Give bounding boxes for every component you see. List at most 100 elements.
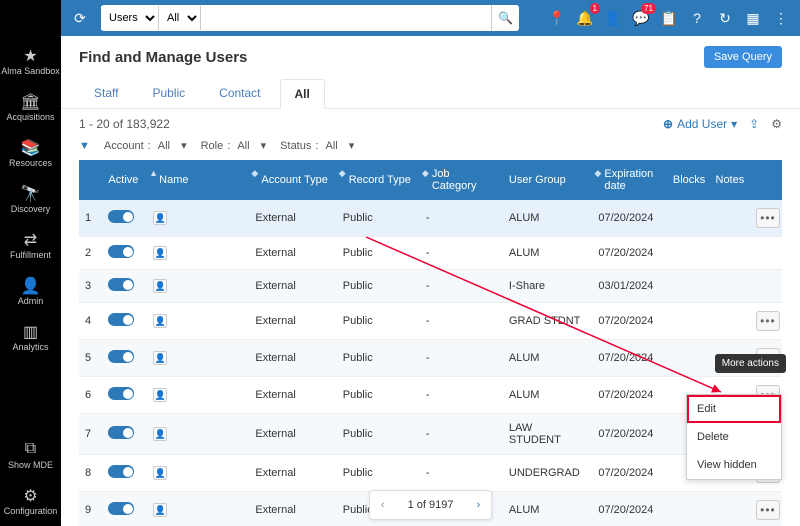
active-toggle[interactable]	[108, 210, 134, 223]
search-filter-select[interactable]: All	[159, 6, 201, 30]
avatar-icon: 👤	[153, 388, 167, 402]
table-row[interactable]: 5👤ExternalPublic-ALUM07/20/2024•••	[79, 340, 782, 377]
tasks-icon[interactable]: 💬71	[630, 7, 652, 29]
discovery-icon: 🔭	[0, 184, 61, 202]
col-name[interactable]: ▲Name	[147, 160, 249, 200]
active-toggle[interactable]	[108, 502, 134, 515]
row-index: 6	[79, 377, 102, 414]
col-job-category[interactable]: ◆Job Category	[420, 160, 503, 200]
cell-name: 👤	[147, 303, 249, 340]
tab-all[interactable]: All	[280, 79, 325, 109]
add-user-button[interactable]: ⊕Add User▾	[663, 117, 737, 131]
active-toggle[interactable]	[108, 387, 134, 400]
filter-icon[interactable]: ▼	[79, 140, 90, 152]
settings-button[interactable]: ⚙	[771, 117, 782, 131]
nav-label: Fulfillment	[10, 250, 51, 260]
notifications-icon[interactable]: 🔔1	[574, 7, 596, 29]
resources-icon: 📚	[0, 138, 61, 156]
nav-alma-sandbox[interactable]: ★Alma Sandbox	[0, 40, 61, 86]
nav-fulfillment[interactable]: ⇄ Fulfillment	[0, 224, 61, 270]
recent-icon[interactable]: ↻	[714, 7, 736, 29]
apps-icon[interactable]: ▦	[742, 7, 764, 29]
col-label: Record Type	[349, 174, 411, 186]
facet-label: Status	[280, 140, 311, 152]
cell-notes	[710, 492, 750, 526]
menu-delete[interactable]: Delete	[687, 423, 781, 451]
cell-job-category: -	[420, 237, 503, 270]
help-icon[interactable]: ?	[686, 7, 708, 29]
nav-discovery[interactable]: 🔭Discovery	[0, 178, 61, 224]
fulfillment-icon: ⇄	[0, 230, 61, 248]
menu-edit[interactable]: Edit	[687, 395, 781, 423]
table-row[interactable]: 8👤ExternalPublic-UNDERGRAD07/20/2024•••	[79, 455, 782, 492]
menu-view-hidden[interactable]: View hidden	[687, 451, 781, 479]
row-actions-button[interactable]: •••	[756, 208, 780, 228]
cell-record-type: Public	[337, 237, 420, 270]
facet-account[interactable]: Account: All ▾	[104, 139, 187, 152]
nav-label: Configuration	[4, 506, 58, 516]
table-row[interactable]: 2👤ExternalPublic-ALUM07/20/2024	[79, 237, 782, 270]
active-toggle[interactable]	[108, 278, 134, 291]
search-input[interactable]	[201, 6, 491, 30]
nav-configuration[interactable]: ⚙Configuration	[0, 480, 61, 526]
avatar-icon: 👤	[153, 503, 167, 517]
row-index: 2	[79, 237, 102, 270]
avatar-icon: 👤	[153, 351, 167, 365]
active-toggle[interactable]	[108, 465, 134, 478]
cell-blocks	[667, 340, 710, 377]
col-expiration[interactable]: ◆Expiration date	[592, 160, 667, 200]
active-toggle[interactable]	[108, 313, 134, 326]
active-toggle[interactable]	[108, 350, 134, 363]
clipboard-icon[interactable]: 📋	[658, 7, 680, 29]
col-notes[interactable]: Notes	[710, 160, 750, 200]
table-row[interactable]: 3👤ExternalPublic-I-Share03/01/2024	[79, 270, 782, 303]
col-user-group[interactable]: User Group	[503, 160, 592, 200]
more-icon[interactable]: ⋮	[770, 7, 792, 29]
table-row[interactable]: 4👤ExternalPublic-GRAD STDNT07/20/2024•••	[79, 303, 782, 340]
table-row[interactable]: 6👤ExternalPublic-ALUM07/20/2024•••	[79, 377, 782, 414]
search-button[interactable]: 🔍	[491, 5, 519, 31]
col-record-type[interactable]: ◆Record Type	[337, 160, 420, 200]
table-row[interactable]: 1👤ExternalPublic-ALUM07/20/2024•••	[79, 200, 782, 237]
col-label: Name	[159, 174, 188, 186]
table-row[interactable]: 7👤ExternalPublic-LAW STUDENT07/20/2024••…	[79, 414, 782, 455]
top-bar: ⟳ Users All 🔍 📍 🔔1 👤 💬71 📋 ? ↻ ▦ ⋮	[61, 0, 800, 36]
col-account-type[interactable]: ◆Account Type	[249, 160, 336, 200]
active-toggle[interactable]	[108, 245, 134, 258]
pager-next[interactable]: ›	[465, 491, 491, 519]
export-icon: ⇪	[749, 117, 759, 131]
search-scope-select[interactable]: Users	[101, 6, 159, 30]
tab-public[interactable]: Public	[137, 78, 200, 108]
row-actions-button[interactable]: •••	[756, 500, 780, 520]
nav-admin[interactable]: 👤Admin	[0, 270, 61, 316]
save-query-button[interactable]: Save Query	[704, 46, 782, 68]
col-blocks[interactable]: Blocks	[667, 160, 710, 200]
facet-status[interactable]: Status: All ▾	[280, 139, 354, 152]
user-icon[interactable]: 👤	[602, 7, 624, 29]
tab-contact[interactable]: Contact	[204, 78, 275, 108]
tab-staff[interactable]: Staff	[79, 78, 133, 108]
cell-expiration: 07/20/2024	[592, 200, 667, 237]
nav-resources[interactable]: 📚Resources	[0, 132, 61, 178]
cell-user-group: GRAD STDNT	[503, 303, 592, 340]
active-toggle[interactable]	[108, 426, 134, 439]
analytics-icon: ▥	[0, 322, 61, 340]
col-active[interactable]: Active	[102, 160, 147, 200]
row-actions-button[interactable]: •••	[756, 311, 780, 331]
chevron-down-icon: ▾	[181, 139, 187, 152]
cell-account-type: External	[249, 414, 336, 455]
export-button[interactable]: ⇪	[749, 117, 759, 131]
nav-show-mde[interactable]: ⧉Show MDE	[0, 434, 61, 480]
cell-user-group: ALUM	[503, 492, 592, 526]
location-icon[interactable]: 📍	[546, 7, 568, 29]
facet-role[interactable]: Role: All ▾	[201, 139, 267, 152]
col-index	[79, 160, 102, 200]
sort-icon: ◆	[339, 168, 346, 179]
nav-acquisitions[interactable]: 🏛Acquisitions	[0, 86, 61, 132]
alma-logo-icon[interactable]: ⟳	[69, 7, 91, 29]
cell-expiration: 07/20/2024	[592, 414, 667, 455]
cell-notes	[710, 303, 750, 340]
nav-analytics[interactable]: ▥Analytics	[0, 316, 61, 362]
pager-prev[interactable]: ‹	[370, 491, 396, 519]
chevron-down-icon: ▾	[349, 139, 355, 152]
